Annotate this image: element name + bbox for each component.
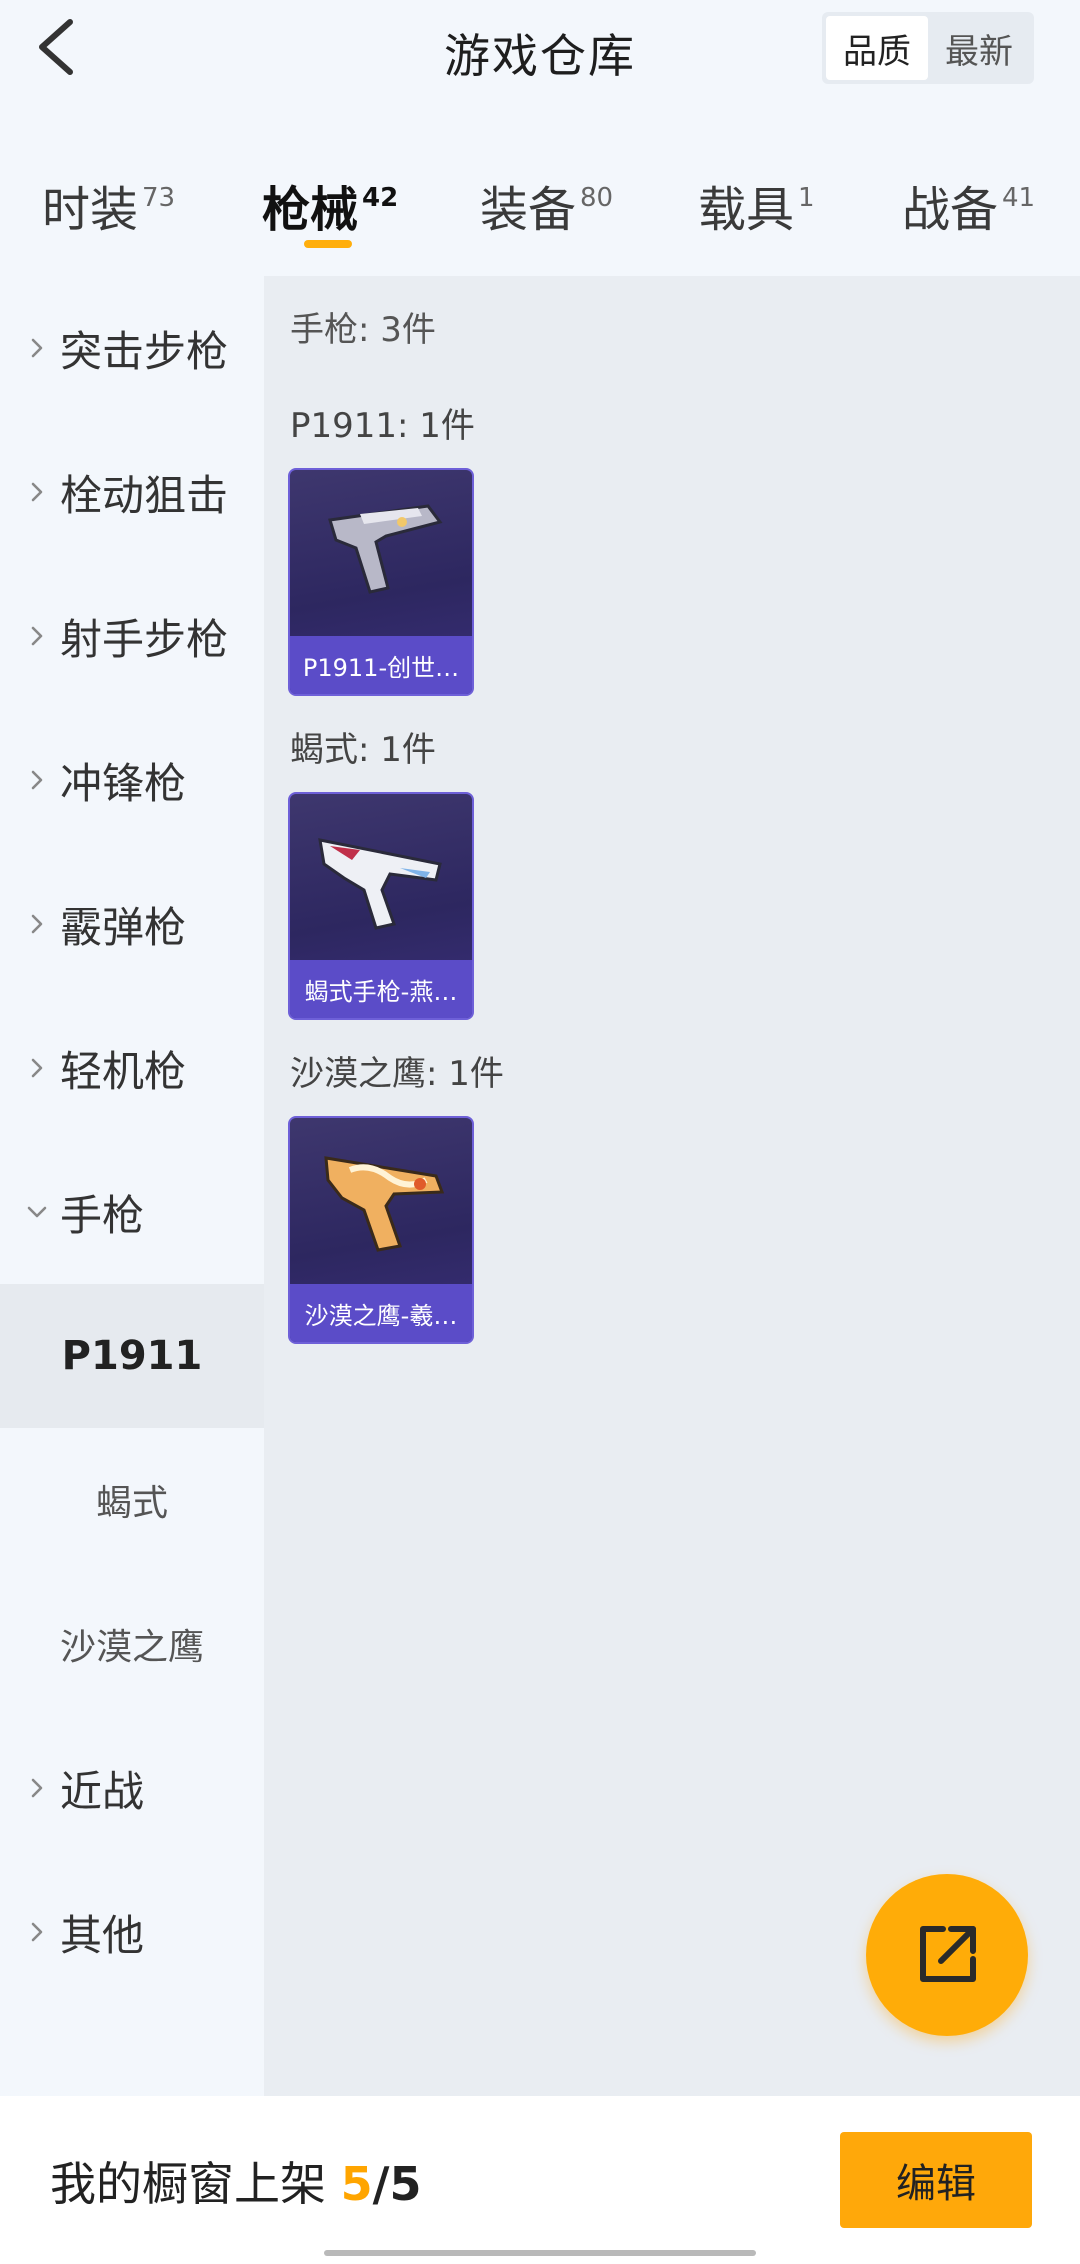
sidebar-subitem-label: P1911 xyxy=(61,1333,203,1379)
chevron-down-icon xyxy=(0,1201,60,1223)
tab-vehicles[interactable]: 载具 1 xyxy=(698,170,815,240)
item-card-desert-eagle[interactable]: 沙漠之鹰-羲… xyxy=(288,1116,474,1344)
sidebar-item-label: 射手步枪 xyxy=(60,614,229,664)
sidebar-item-label: 手枪 xyxy=(60,1190,145,1240)
item-card-label: 沙漠之鹰-羲… xyxy=(290,1284,472,1342)
tab-label: 载具 xyxy=(698,182,795,238)
sidebar-item-label: 冲锋枪 xyxy=(60,758,187,808)
sidebar-subitem-label: 沙漠之鹰 xyxy=(59,1627,204,1668)
showcase-total-count: 5 xyxy=(389,2157,422,2211)
sidebar-item-assault-rifle[interactable]: 突击步枪 xyxy=(0,276,264,420)
section-title: 手枪: 3件 xyxy=(290,310,436,350)
tab-firearms[interactable]: 枪械 42 xyxy=(262,170,398,240)
sidebar-item-label: 近战 xyxy=(60,1766,145,1816)
golden-pistol-skin-icon xyxy=(324,1156,445,1252)
showcase-separator: / xyxy=(372,2157,390,2211)
sidebar-item-smg[interactable]: 冲锋枪 xyxy=(0,708,264,852)
chevron-right-icon xyxy=(0,1057,60,1079)
tab-fashion[interactable]: 时装 73 xyxy=(42,170,175,240)
tab-count: 1 xyxy=(798,183,815,213)
sidebar-item-marksman-rifle[interactable]: 射手步枪 xyxy=(0,564,264,708)
group-title: P1911: 1件 xyxy=(290,406,475,446)
tab-label: 战备 xyxy=(902,182,999,238)
sidebar-item-shotgun[interactable]: 霰弹枪 xyxy=(0,852,264,996)
chevron-right-icon xyxy=(0,1921,60,1943)
chevron-right-icon xyxy=(0,625,60,647)
tab-label: 枪械 xyxy=(262,182,359,238)
sidebar-item-label: 轻机枪 xyxy=(60,1046,187,1096)
showcase-status: 我的橱窗上架 5/5 xyxy=(50,2148,421,2214)
chevron-right-icon xyxy=(0,769,60,791)
sidebar-item-pistol[interactable]: 手枪 xyxy=(0,1140,264,1284)
chevron-right-icon xyxy=(0,913,60,935)
bottom-bar: 我的橱窗上架 5/5 编辑 xyxy=(0,2096,1080,2264)
tab-equipment[interactable]: 装备 80 xyxy=(480,170,613,240)
category-tabs: 时装 73 枪械 42 装备 80 载具 1 战备 41 xyxy=(0,150,1080,260)
sidebar-item-bolt-sniper[interactable]: 栓动狙击 xyxy=(0,420,264,564)
sidebar-subitem-p1911[interactable]: P1911 xyxy=(0,1284,264,1428)
sort-by-quality-button[interactable]: 品质 xyxy=(826,16,928,80)
tab-count: 41 xyxy=(1002,183,1036,213)
item-card-label: 蝎式手枪-燕… xyxy=(290,960,472,1018)
chevron-right-icon xyxy=(0,481,60,503)
share-fab-button[interactable] xyxy=(866,1874,1028,2036)
edit-button[interactable]: 编辑 xyxy=(840,2132,1032,2228)
active-tab-indicator xyxy=(304,240,352,248)
group-title: 蝎式: 1件 xyxy=(290,730,436,770)
header: 游戏仓库 品质 最新 xyxy=(0,0,1080,100)
sidebar-subitem-label: 蝎式 xyxy=(95,1483,168,1524)
sidebar-item-lmg[interactable]: 轻机枪 xyxy=(0,996,264,1140)
item-card-scorpion[interactable]: 蝎式手枪-燕… xyxy=(288,792,474,1020)
sidebar-subitem-desert-eagle[interactable]: 沙漠之鹰 xyxy=(0,1572,264,1716)
sort-toggle: 品质 最新 xyxy=(822,12,1034,84)
group-title: 沙漠之鹰: 1件 xyxy=(290,1054,504,1094)
showcase-label: 我的橱窗上架 xyxy=(50,2157,326,2211)
sidebar-item-label: 突击步枪 xyxy=(60,326,229,376)
tab-count: 42 xyxy=(362,183,399,213)
item-content-panel: 手枪: 3件 P1911: 1件 P1911-创世… 蝎式: 1件 蝎式手枪-燕… xyxy=(264,276,1080,2096)
sidebar-item-label: 其他 xyxy=(60,1910,145,1960)
tab-count: 73 xyxy=(142,183,176,213)
tab-label: 时装 xyxy=(42,182,139,238)
sidebar-item-melee[interactable]: 近战 xyxy=(0,1716,264,1860)
showcase-current-count: 5 xyxy=(340,2157,373,2211)
share-external-icon xyxy=(920,1926,976,1982)
sidebar-item-label: 霰弹枪 xyxy=(60,902,187,952)
chevron-right-icon xyxy=(0,337,60,359)
pistol-skin-icon xyxy=(328,504,443,594)
chevron-right-icon xyxy=(0,1777,60,1799)
sort-by-newest-button[interactable]: 最新 xyxy=(928,16,1030,80)
sidebar-item-label: 栓动狙击 xyxy=(60,470,229,520)
item-card-p1911[interactable]: P1911-创世… xyxy=(288,468,474,696)
home-indicator[interactable] xyxy=(324,2250,756,2256)
sidebar-item-other[interactable]: 其他 xyxy=(0,1860,264,2004)
item-card-label: P1911-创世… xyxy=(290,636,472,694)
smg-pistol-skin-icon xyxy=(318,838,442,930)
tab-label: 装备 xyxy=(480,182,577,238)
sidebar: 突击步枪 栓动狙击 射手步枪 冲锋枪 霰弹枪 轻机枪 手枪 P1911 蝎式 沙… xyxy=(0,276,264,2096)
tab-supplies[interactable]: 战备 41 xyxy=(902,170,1035,240)
sidebar-subitem-scorpion[interactable]: 蝎式 xyxy=(0,1428,264,1572)
tab-count: 80 xyxy=(580,183,614,213)
